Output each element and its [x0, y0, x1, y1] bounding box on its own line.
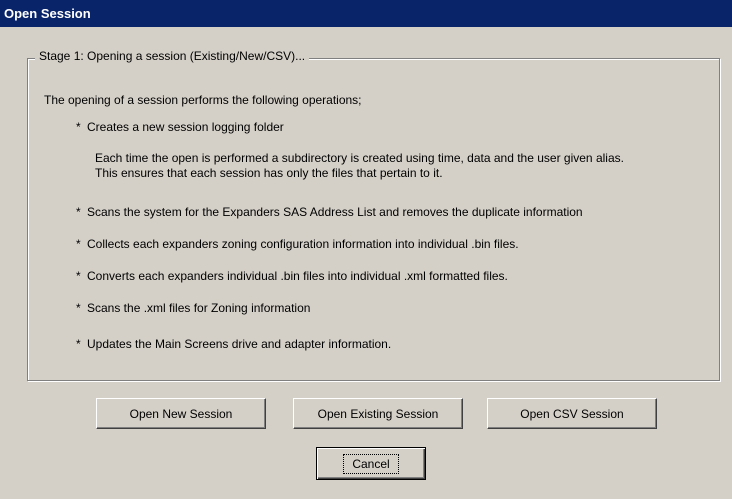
open-csv-session-button[interactable]: Open CSV Session [487, 398, 657, 429]
bullet-marker: * [76, 205, 81, 219]
list-item-collect-zoning: Collects each expanders zoning configura… [87, 237, 519, 251]
open-session-dialog: Open Session Stage 1: Opening a session … [0, 0, 732, 499]
list-item-update-main: Updates the Main Screens drive and adapt… [87, 337, 392, 351]
list-item-create-folder: Creates a new session logging folder [87, 120, 284, 134]
list-item-scan-sas: Scans the system for the Expanders SAS A… [87, 205, 583, 219]
cancel-button[interactable]: Cancel [316, 447, 426, 480]
bullet-marker: * [76, 237, 81, 251]
window-title: Open Session [4, 6, 91, 21]
bullet-marker: * [76, 269, 81, 283]
list-item-scan-xml: Scans the .xml files for Zoning informat… [87, 301, 311, 315]
bullet-marker: * [76, 337, 81, 351]
cancel-label: Cancel [343, 453, 399, 474]
detail-line-2: This ensures that each session has only … [95, 166, 443, 180]
open-existing-session-button[interactable]: Open Existing Session [293, 398, 463, 429]
open-new-session-button[interactable]: Open New Session [96, 398, 266, 429]
groupbox-legend: Stage 1: Opening a session (Existing/New… [35, 49, 310, 63]
list-item-convert-xml: Converts each expanders individual .bin … [87, 269, 508, 283]
bullet-marker: * [76, 120, 81, 134]
bullet-marker: * [76, 301, 81, 315]
title-bar[interactable]: Open Session [0, 0, 732, 27]
detail-line-1: Each time the open is performed a subdir… [95, 151, 624, 165]
intro-text: The opening of a session performs the fo… [44, 93, 362, 107]
